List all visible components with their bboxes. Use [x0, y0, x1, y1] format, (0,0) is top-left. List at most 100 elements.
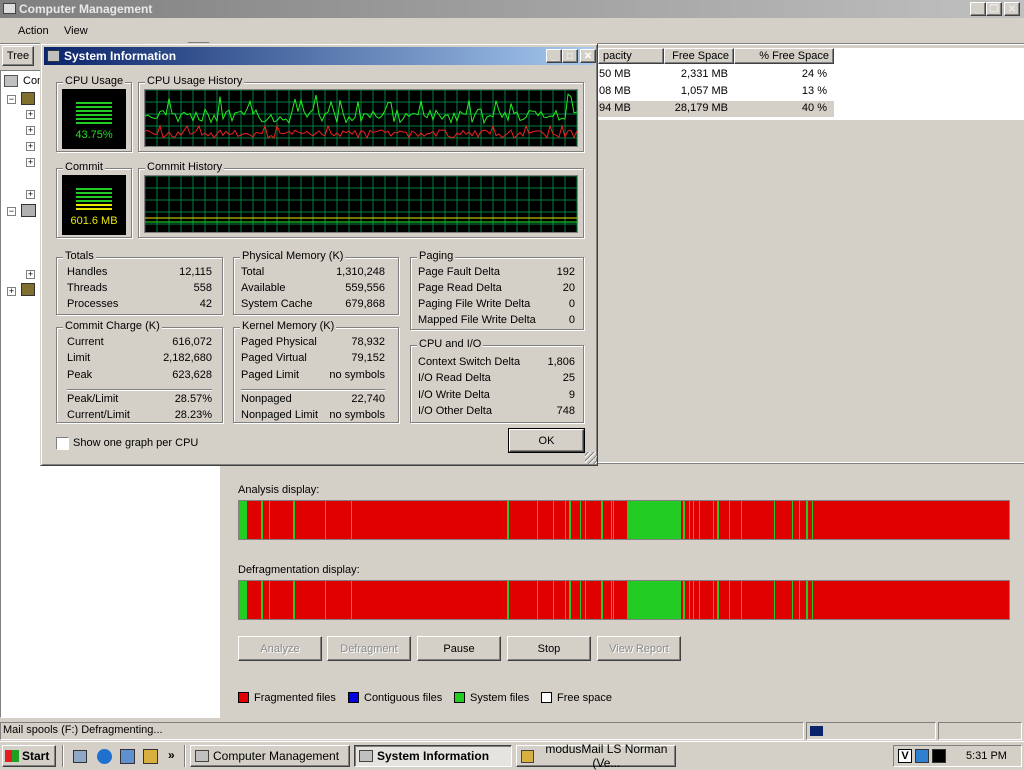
- stop-button[interactable]: Stop: [507, 636, 591, 661]
- show-desktop-icon[interactable]: [73, 750, 87, 763]
- storage-icon: [21, 204, 36, 217]
- system-files-segment: [713, 581, 714, 619]
- system-files-segment: [269, 501, 270, 539]
- kernel-nonpaged-row: Nonpaged 22,740: [241, 393, 385, 405]
- tree-expand-8[interactable]: +: [26, 270, 35, 279]
- system-files-segment: [613, 581, 614, 619]
- system-tray: V 5:31 PM: [893, 745, 1022, 767]
- dialog-title-bar[interactable]: System Information _ □ ✕: [44, 47, 596, 65]
- system-files-segment: [537, 501, 538, 539]
- tree-expand-4[interactable]: +: [26, 142, 35, 151]
- physical-cache-row: System Cache 679,868: [241, 298, 385, 310]
- system-files-segment: [325, 581, 326, 619]
- tree-expand-3[interactable]: +: [26, 126, 35, 135]
- defragmentation-display-label: Defragmentation display:: [238, 564, 360, 576]
- main-title-bar: Computer Management _ ❐ ✕: [0, 0, 1024, 18]
- table-row-selected[interactable]: 94 MB 28,179 MB 40 %: [598, 101, 834, 117]
- computer-management-icon: [195, 750, 209, 762]
- tab-tree[interactable]: Tree: [2, 46, 34, 66]
- commit-peak-row: Peak 623,628: [67, 369, 212, 381]
- restore-button[interactable]: ❐: [986, 2, 1002, 16]
- outlook-icon[interactable]: [120, 749, 135, 764]
- commit-limit-row: Limit 2,182,680: [67, 352, 212, 364]
- legend-contiguous-swatch: [348, 692, 359, 703]
- progress-panel: [806, 722, 936, 740]
- column-free-space[interactable]: Free Space: [664, 48, 734, 64]
- column-percent-free[interactable]: % Free Space: [734, 48, 834, 64]
- physical-total-row: Total 1,310,248: [241, 266, 385, 278]
- io-other-row: I/O Other Delta 748: [418, 405, 575, 417]
- table-row[interactable]: 08 MB 1,057 MB 13 %: [598, 85, 834, 100]
- defragment-button[interactable]: Defragment: [327, 636, 411, 661]
- system-files-segment: [729, 501, 730, 539]
- system-files-segment: [812, 501, 813, 539]
- system-files-segment: [569, 501, 571, 539]
- commit-label: Commit: [63, 161, 105, 173]
- internet-explorer-icon[interactable]: [97, 749, 112, 764]
- tree-expand-6[interactable]: +: [26, 190, 35, 199]
- kernel-memory-label: Kernel Memory (K): [240, 320, 337, 332]
- context-switch-row: Context Switch Delta 1,806: [418, 356, 575, 368]
- commit-current-limit-row: Current/Limit 28.23%: [67, 409, 212, 421]
- paging-file-write-row: Paging File Write Delta 0: [418, 298, 575, 310]
- v-tray-icon[interactable]: V: [898, 749, 912, 763]
- menu-view[interactable]: View: [64, 25, 88, 37]
- system-files-segment: [741, 581, 742, 619]
- system-files-segment: [261, 581, 263, 619]
- system-files-segment: [239, 501, 247, 539]
- more-chevron-icon[interactable]: »: [168, 748, 175, 762]
- one-graph-per-cpu-label[interactable]: Show one graph per CPU: [73, 437, 198, 449]
- system-tools-icon: [21, 92, 35, 105]
- analyze-button[interactable]: Analyze: [238, 636, 322, 661]
- kernel-separator: [241, 389, 385, 391]
- minimize-button[interactable]: _: [970, 2, 986, 16]
- clock[interactable]: 5:31 PM: [966, 750, 1007, 762]
- commit-charge-label: Commit Charge (K): [63, 320, 162, 332]
- cpu-history-plot: [145, 90, 577, 146]
- system-files-segment: [689, 501, 690, 539]
- start-button[interactable]: Start: [2, 745, 56, 767]
- view-report-button[interactable]: View Report: [597, 636, 681, 661]
- modus-icon[interactable]: [143, 749, 158, 764]
- close-button[interactable]: ✕: [1004, 2, 1020, 16]
- legend-free-label: Free space: [557, 692, 613, 704]
- commit-value: 601.6 MB: [70, 215, 118, 227]
- totals-handles-row: Handles 12,115: [67, 266, 212, 278]
- resize-grip-icon[interactable]: [585, 452, 597, 464]
- kernel-memory-group: Kernel Memory (K) Paged Physical 78,932 P…: [233, 320, 399, 423]
- taskbar-item-system-information[interactable]: System Information: [354, 745, 512, 767]
- tree-expand-1[interactable]: −: [7, 95, 16, 104]
- taskbar-item-modusmail[interactable]: modusMail LS Norman (Ve...: [516, 742, 676, 770]
- system-files-segment: [611, 501, 612, 539]
- one-graph-per-cpu-checkbox[interactable]: [56, 437, 69, 450]
- system-files-segment: [351, 581, 352, 619]
- system-files-segment: [713, 501, 714, 539]
- taskbar: Start » Computer Management System Infor…: [0, 741, 1024, 770]
- monitor-tray-icon[interactable]: [932, 749, 946, 763]
- system-files-segment: [269, 581, 270, 619]
- dialog-close-button[interactable]: ✕: [580, 49, 596, 63]
- tree-expand-7[interactable]: −: [7, 207, 16, 216]
- network-tray-icon[interactable]: [915, 749, 929, 763]
- system-files-segment: [799, 501, 800, 539]
- tree-expand-9[interactable]: +: [7, 287, 16, 296]
- pause-button[interactable]: Pause: [417, 636, 501, 661]
- menu-action[interactable]: Action: [18, 25, 49, 37]
- tree-expand-5[interactable]: +: [26, 158, 35, 167]
- dialog-minimize-button[interactable]: _: [546, 49, 562, 63]
- system-files-segment: [717, 581, 719, 619]
- totals-processes-row: Processes 42: [67, 298, 212, 310]
- legend-system-swatch: [454, 692, 465, 703]
- windows-logo-icon: [5, 750, 19, 762]
- system-files-segment: [580, 501, 581, 539]
- taskbar-item-computer-management[interactable]: Computer Management: [190, 745, 350, 767]
- column-capacity[interactable]: pacity: [598, 48, 664, 64]
- dialog-maximize-button[interactable]: □: [562, 49, 578, 63]
- ok-button[interactable]: OK: [508, 428, 585, 453]
- tree-expand-2[interactable]: +: [26, 110, 35, 119]
- system-files-segment: [601, 581, 603, 619]
- table-row[interactable]: 50 MB 2,331 MB 24 %: [598, 68, 834, 83]
- paging-read-row: Page Read Delta 20: [418, 282, 575, 294]
- system-files-segment: [507, 581, 509, 619]
- system-files-segment: [293, 581, 295, 619]
